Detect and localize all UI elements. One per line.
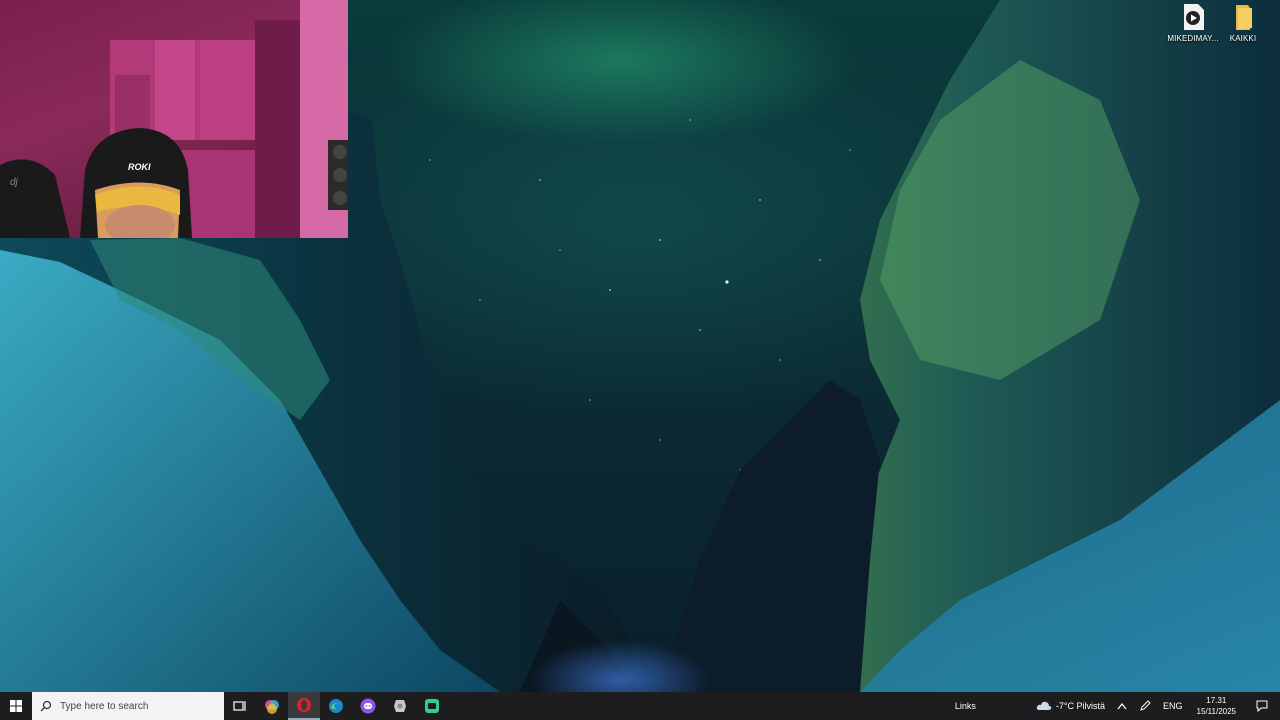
links-toolbar[interactable]: Links [949,701,982,711]
green-app-icon [425,699,439,713]
chair-logo: dj [10,177,18,188]
pen-icon [1140,700,1151,711]
task-view-icon [233,701,246,711]
taskbar-app-opera[interactable] [288,692,320,720]
desktop-icon-label: KAIKKI [1229,34,1257,43]
pen-button[interactable] [1133,700,1157,712]
opera-icon [297,698,311,712]
settings-app-icon [394,700,406,712]
stars [429,119,851,471]
weather-text: -7°C Pilvistä [1055,701,1106,711]
chevron-up-icon [1117,702,1127,710]
system-tray: Links -7°C Pilvistä ENG 17.31 15/11/2025 [949,692,1280,720]
weather-widget[interactable]: -7°C Pilvistä [1030,701,1111,711]
search-icon [40,700,52,712]
desktop-icon-kaikki[interactable]: KAIKKI [1212,0,1274,48]
taskbar-app-settings[interactable] [384,692,416,720]
folder-icon [1228,2,1258,32]
language-indicator[interactable]: ENG [1157,701,1189,711]
taskbar-app-green[interactable] [416,692,448,720]
taskbar-app-discord[interactable] [352,692,384,720]
edge-icon [329,699,343,713]
taskbar-app-color[interactable] [256,692,288,720]
cap-logo-text: ROKI [128,162,151,172]
desktop-wallpaper: ROKI dj MIKEDIMAY... KAIKKI [0,0,1280,692]
video-file-icon [1178,2,1208,32]
notifications-button[interactable] [1244,700,1280,712]
taskbar: Type here to search Links -7°C Pilvistä … [0,692,1280,720]
task-view-button[interactable] [224,692,256,720]
discord-icon [360,698,376,714]
taskbar-app-edge[interactable] [320,692,352,720]
clock[interactable]: 17.31 15/11/2025 [1189,695,1244,717]
start-button[interactable] [0,692,32,720]
windows-icon [10,700,22,712]
clock-date: 15/11/2025 [1196,707,1236,716]
search-placeholder: Type here to search [60,700,149,712]
show-hidden-icons-button[interactable] [1111,702,1133,710]
notification-icon [1256,700,1268,712]
taskbar-search[interactable]: Type here to search [32,692,224,720]
clock-time: 17.31 [1206,696,1227,705]
color-app-icon [265,700,279,714]
cloud-icon [1036,701,1052,710]
webcam-overlay: ROKI dj [0,0,348,238]
